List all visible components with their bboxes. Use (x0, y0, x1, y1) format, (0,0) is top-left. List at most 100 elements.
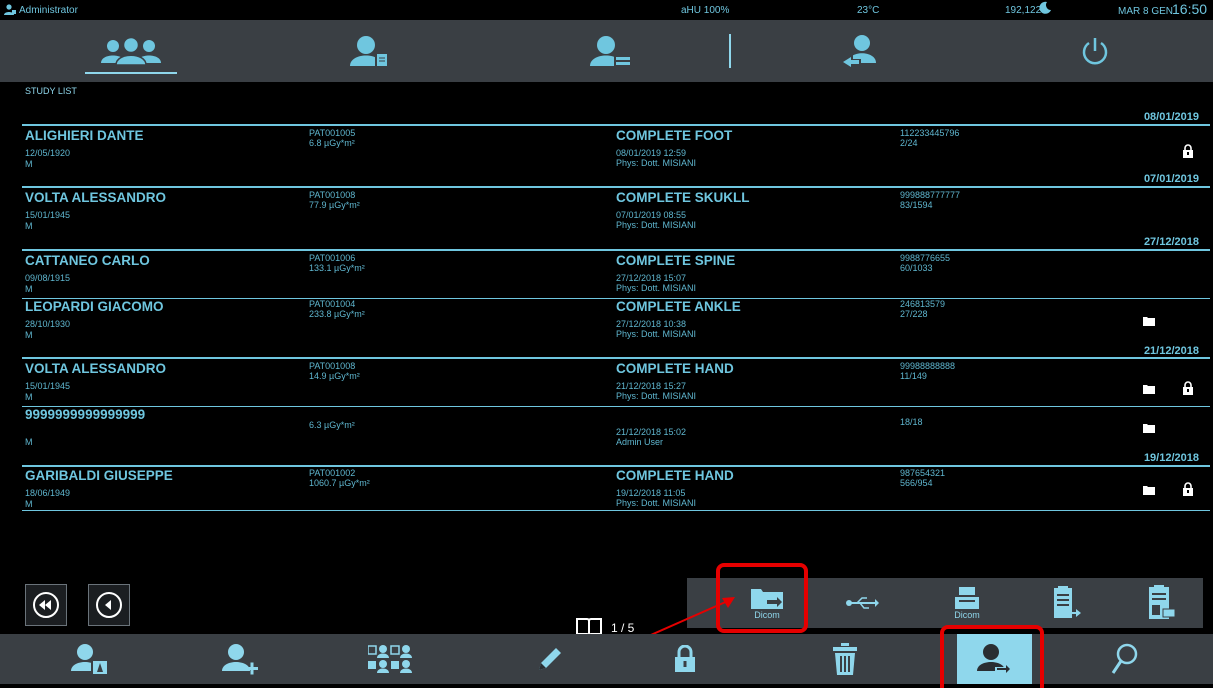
date-divider (22, 124, 1210, 126)
report-export-button[interactable] (1027, 578, 1107, 628)
patient-name: CATTANEO CARLO (25, 253, 150, 268)
patient-sex: M (25, 499, 33, 509)
physician: Phys: Dott. MISIANI (616, 220, 697, 230)
dose-value: 133.1 µGy*m² (309, 263, 365, 273)
patient-images-button[interactable] (60, 634, 120, 684)
image-count: 11/149 (900, 371, 927, 381)
study-description: COMPLETE HAND (616, 468, 734, 483)
study-datetime: 08/01/2019 12:59 (616, 148, 687, 158)
dicom-print-button[interactable]: Dicom (927, 578, 1007, 628)
date-divider (22, 357, 1210, 359)
lock-icon[interactable] (1181, 381, 1195, 395)
previous-page-button[interactable] (88, 584, 130, 626)
delete-button[interactable] (820, 634, 870, 684)
date-header: 19/12/2018 (1143, 452, 1199, 464)
search-icon (1111, 643, 1138, 674)
patient-swap-icon (840, 35, 876, 68)
nav-divider (729, 34, 731, 68)
usb-icon (846, 597, 879, 609)
table-row[interactable]: ALIGHIERI DANTE 12/05/1920 M PAT001005 6… (0, 128, 1213, 183)
image-count: 566/954 (900, 478, 933, 488)
tube-load: aHU 100% (681, 5, 730, 16)
patient-name: VOLTA ALESSANDRO (25, 361, 166, 376)
pencil-icon (539, 648, 561, 670)
nav-patient-record[interactable] (320, 20, 420, 82)
image-count: 2/24 (900, 138, 918, 148)
patient-name: GARIBALDI GIUSEPPE (25, 468, 173, 483)
user-name: Administrator (19, 5, 78, 16)
row-separator (22, 510, 1210, 511)
patient-id: PAT001008 (309, 361, 356, 371)
study-description: COMPLETE HAND (616, 361, 734, 376)
patient-id: PAT001002 (309, 468, 356, 478)
report-export-icon (1054, 586, 1081, 618)
dose-value: 6.8 µGy*m² (309, 138, 355, 148)
patient-sex: M (25, 437, 33, 447)
dose-value: 6.3 µGy*m² (309, 420, 355, 430)
date-header: 07/01/2019 (1143, 173, 1199, 185)
accession-number: 9988776655 (900, 253, 951, 263)
nav-patient-worklist[interactable] (560, 20, 660, 82)
patient-id: PAT001005 (309, 128, 356, 138)
patient-id: PAT001004 (309, 299, 356, 309)
first-page-button[interactable] (25, 584, 67, 626)
power-icon (1082, 38, 1108, 65)
date-header: 27/12/2018 (1143, 236, 1199, 248)
table-row[interactable]: 9999999999999999 M 6.3 µGy*m² 21/12/2018… (0, 407, 1213, 452)
table-row[interactable]: GARIBALDI GIUSEPPE 18/06/1949 M PAT00100… (0, 468, 1213, 513)
study-datetime: 27/12/2018 10:38 (616, 319, 687, 329)
study-description: COMPLETE ANKLE (616, 299, 741, 314)
folder-icon[interactable] (1143, 384, 1155, 394)
physician: Phys: Dott. MISIANI (616, 158, 697, 168)
table-row[interactable]: LEOPARDI GIACOMO 28/10/1930 M PAT001004 … (0, 299, 1213, 344)
printer-icon (955, 586, 979, 609)
date-header: 08/01/2019 (1143, 111, 1199, 123)
folder-icon[interactable] (1143, 485, 1155, 495)
accession-number: 112233445796 (900, 128, 960, 138)
lock-icon[interactable] (1181, 482, 1195, 496)
study-datetime: 21/12/2018 15:02 (616, 427, 687, 437)
image-count: 27/228 (900, 309, 928, 319)
table-row[interactable]: VOLTA ALESSANDRO 15/01/1945 M PAT001008 … (0, 190, 1213, 235)
edit-button[interactable] (520, 634, 580, 684)
accession-number: 999888777777 (900, 190, 961, 200)
accession-number: 246813579 (900, 299, 946, 309)
report-print-button[interactable] (1127, 578, 1197, 628)
dose-value: 77.9 µGy*m² (309, 200, 360, 210)
physician: Admin User (616, 437, 664, 447)
dose-value: 233.8 µGy*m² (309, 309, 365, 319)
patient-document-icon (350, 36, 388, 67)
clock: 16:50 (1172, 1, 1208, 17)
report-screen-icon (1149, 585, 1176, 619)
patient-sex: M (25, 221, 33, 231)
add-patient-button[interactable] (210, 634, 270, 684)
patient-name: 9999999999999999 (25, 407, 146, 422)
physician: Phys: Dott. MISIANI (616, 283, 697, 293)
select-patients-button[interactable] (355, 634, 425, 684)
accession-number: 99988888888 (900, 361, 956, 371)
study-description: COMPLETE FOOT (616, 128, 733, 143)
lock-icon[interactable] (1181, 144, 1195, 158)
add-patient-icon (222, 644, 258, 675)
patient-xray-icon (71, 644, 108, 675)
power-button[interactable] (1060, 20, 1130, 82)
table-row[interactable]: VOLTA ALESSANDRO 15/01/1945 M PAT001008 … (0, 361, 1213, 407)
physician: Phys: Dott. MISIANI (616, 329, 697, 339)
trash-icon (833, 643, 857, 675)
user-icon (4, 4, 16, 18)
study-description: COMPLETE SKUKLL (616, 190, 750, 205)
search-button[interactable] (1095, 634, 1155, 684)
physician: Phys: Dott. MISIANI (616, 391, 697, 401)
status-bar: Administrator aHU 100% 23°C 192,122 MAR … (0, 0, 1213, 20)
nav-patient-transfer[interactable] (810, 20, 910, 82)
patient-dob: 15/01/1945 (25, 381, 71, 391)
lock-button[interactable] (660, 634, 710, 684)
rewind-icon (33, 592, 59, 618)
export-usb-button[interactable] (827, 578, 897, 628)
study-datetime: 19/12/2018 11:05 (616, 488, 686, 498)
patient-list-icon (590, 36, 630, 67)
folder-icon[interactable] (1143, 316, 1155, 326)
table-row[interactable]: CATTANEO CARLO 09/08/1915 M PAT001006 13… (0, 253, 1213, 299)
date-divider (22, 249, 1210, 251)
folder-icon[interactable] (1143, 423, 1155, 433)
